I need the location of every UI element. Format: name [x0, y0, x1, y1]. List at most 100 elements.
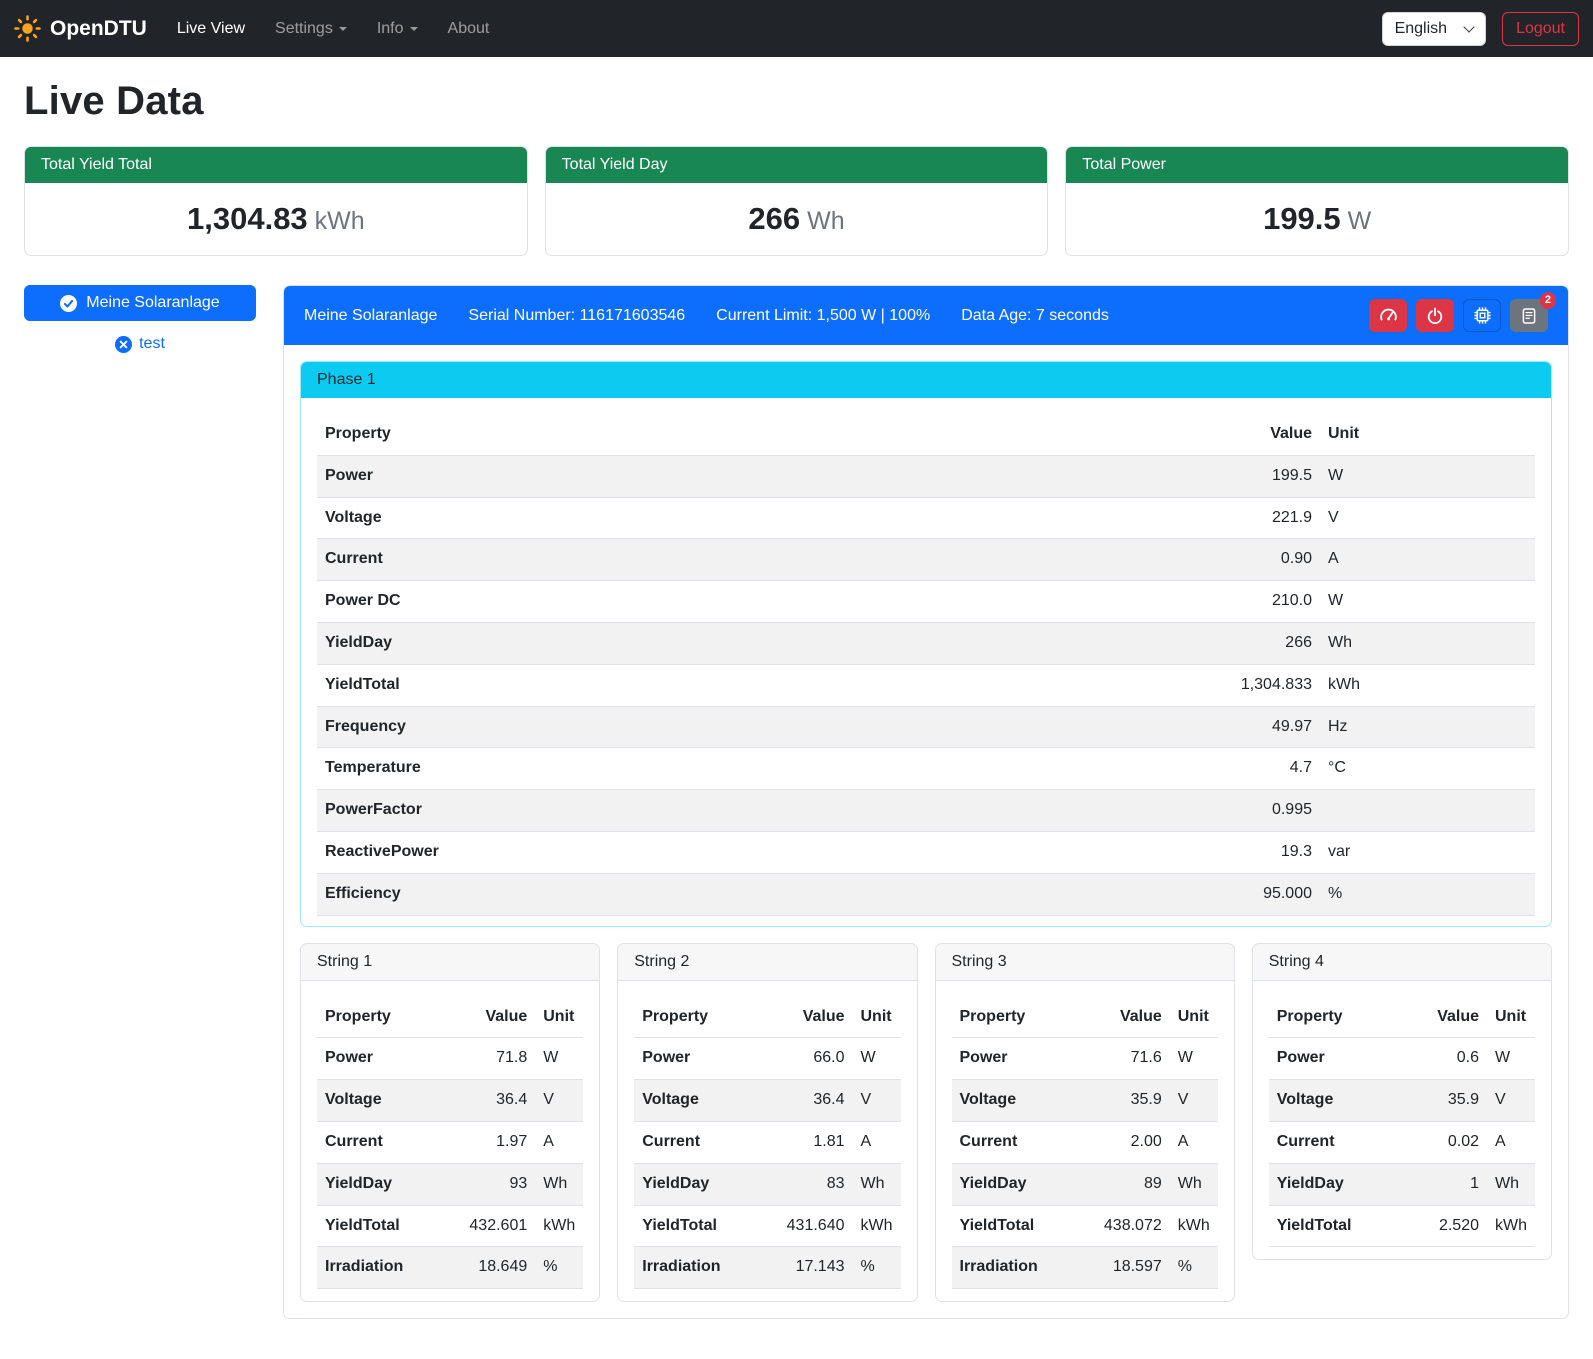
inverter-button-test[interactable]: test: [24, 334, 256, 354]
table-row: Voltage 36.4 V: [634, 1080, 900, 1122]
property-value: 221.9: [1180, 497, 1320, 539]
table-row: Power 71.8 W: [317, 1038, 583, 1080]
property-unit: %: [1320, 873, 1535, 915]
property-unit: Wh: [1320, 622, 1535, 664]
chevron-down-icon: [1463, 21, 1474, 32]
property-name: YieldTotal: [317, 664, 1180, 706]
property-name: Power: [317, 1038, 455, 1080]
strings-row: String 1 Property Value Unit: [300, 943, 1552, 1303]
sun-icon: [14, 15, 41, 42]
property-value: 71.6: [1090, 1038, 1170, 1080]
logout-button[interactable]: Logout: [1502, 12, 1579, 46]
table-row: YieldDay 83 Wh: [634, 1163, 900, 1205]
property-value: 49.97: [1180, 706, 1320, 748]
phase-table: Property Value Unit Power: [317, 414, 1535, 916]
nav-settings-label: Settings: [275, 20, 333, 37]
inverter-serial: Serial Number: 116171603546: [468, 307, 685, 325]
table-row: Irradiation 17.143 %: [634, 1247, 900, 1289]
property-value: 66.0: [773, 1038, 853, 1080]
card-unit: Wh: [807, 207, 845, 235]
property-name: PowerFactor: [317, 790, 1180, 832]
limit-settings-button[interactable]: [1369, 299, 1407, 332]
table-row: YieldTotal 438.072 kWh: [952, 1205, 1218, 1247]
property-unit: V: [1170, 1080, 1218, 1122]
journal-icon: [1520, 307, 1538, 325]
string-table: Property Value Unit Power: [317, 997, 583, 1290]
brand[interactable]: OpenDTU: [14, 15, 147, 42]
table-row: Power DC 210.0 W: [317, 581, 1535, 623]
property-unit: A: [1487, 1121, 1535, 1163]
table-row: Power 71.6 W: [952, 1038, 1218, 1080]
col-header-unit: Unit: [1320, 414, 1535, 455]
table-row: YieldTotal 1,304.833 kWh: [317, 664, 1535, 706]
table-row: YieldTotal 2.520 kWh: [1269, 1205, 1535, 1247]
table-header-row: Property Value Unit: [952, 997, 1218, 1038]
table-header-row: Property Value Unit: [317, 997, 583, 1038]
property-value: 18.649: [455, 1247, 535, 1289]
property-value: 17.143: [773, 1247, 853, 1289]
property-name: Efficiency: [317, 873, 1180, 915]
property-value: 35.9: [1090, 1080, 1170, 1122]
inverter-actions: 2: [1369, 299, 1548, 332]
card-header: Total Power: [1066, 147, 1568, 183]
string-title: String 3: [936, 944, 1234, 981]
col-header-property: Property: [1269, 997, 1407, 1038]
col-header-value: Value: [773, 997, 853, 1038]
property-value: 431.640: [773, 1205, 853, 1247]
property-unit: kWh: [1320, 664, 1535, 706]
card-value: 266: [748, 201, 800, 236]
power-settings-button[interactable]: [1416, 299, 1454, 332]
page-title: Live Data: [24, 79, 1569, 124]
col-header-value: Value: [1180, 414, 1320, 455]
property-unit: W: [1487, 1038, 1535, 1080]
property-name: YieldTotal: [317, 1205, 455, 1247]
property-unit: Wh: [1487, 1163, 1535, 1205]
event-count-badge: 2: [1540, 292, 1556, 309]
nav-about[interactable]: About: [440, 12, 498, 46]
col-header-property: Property: [317, 414, 1180, 455]
property-unit: V: [1320, 497, 1535, 539]
nav-info[interactable]: Info: [369, 12, 426, 46]
table-row: Voltage 35.9 V: [952, 1080, 1218, 1122]
property-value: 35.9: [1407, 1080, 1487, 1122]
property-name: YieldTotal: [952, 1205, 1090, 1247]
table-row: Irradiation 18.649 %: [317, 1247, 583, 1289]
nav-live-view[interactable]: Live View: [169, 12, 253, 46]
top-navbar: OpenDTU Live View Settings Info About En…: [0, 0, 1593, 57]
cpu-icon: [1473, 306, 1492, 325]
property-unit: V: [853, 1080, 901, 1122]
table-row: YieldTotal 431.640 kWh: [634, 1205, 900, 1247]
table-row: Frequency 49.97 Hz: [317, 706, 1535, 748]
nav-info-label: Info: [377, 20, 404, 37]
nav-settings[interactable]: Settings: [267, 12, 355, 46]
live-data-page: Live Data Total Yield Total 1,304.83kWh …: [0, 57, 1593, 1345]
property-name: YieldDay: [317, 622, 1180, 664]
table-row: Current 0.90 A: [317, 539, 1535, 581]
card-unit: W: [1348, 207, 1372, 235]
property-unit: kWh: [1170, 1205, 1218, 1247]
event-log-button[interactable]: 2: [1510, 299, 1548, 332]
table-row: Voltage 35.9 V: [1269, 1080, 1535, 1122]
property-value: 438.072: [1090, 1205, 1170, 1247]
inverter-button-selected[interactable]: Meine Solaranlage: [24, 285, 256, 321]
card-header: Total Yield Day: [546, 147, 1048, 183]
inverter-name: Meine Solaranlage: [304, 307, 437, 325]
inverter-test-label: test: [139, 335, 165, 353]
property-unit: V: [535, 1080, 583, 1122]
property-value: 432.601: [455, 1205, 535, 1247]
property-value: 0.02: [1407, 1121, 1487, 1163]
device-info-button[interactable]: [1463, 299, 1501, 332]
property-value: 0.90: [1180, 539, 1320, 581]
string-card-1: String 1 Property Value Unit: [300, 943, 600, 1303]
language-select[interactable]: English: [1382, 12, 1486, 46]
property-name: Irradiation: [634, 1247, 772, 1289]
nav-right: English Logout: [1382, 12, 1579, 46]
table-row: Current 1.97 A: [317, 1121, 583, 1163]
property-unit: %: [853, 1247, 901, 1289]
property-unit: kWh: [535, 1205, 583, 1247]
col-header-value: Value: [1407, 997, 1487, 1038]
nav-live-view-label: Live View: [177, 20, 245, 37]
table-row: Voltage 221.9 V: [317, 497, 1535, 539]
table-row: Temperature 4.7 °C: [317, 748, 1535, 790]
table-row: Voltage 36.4 V: [317, 1080, 583, 1122]
